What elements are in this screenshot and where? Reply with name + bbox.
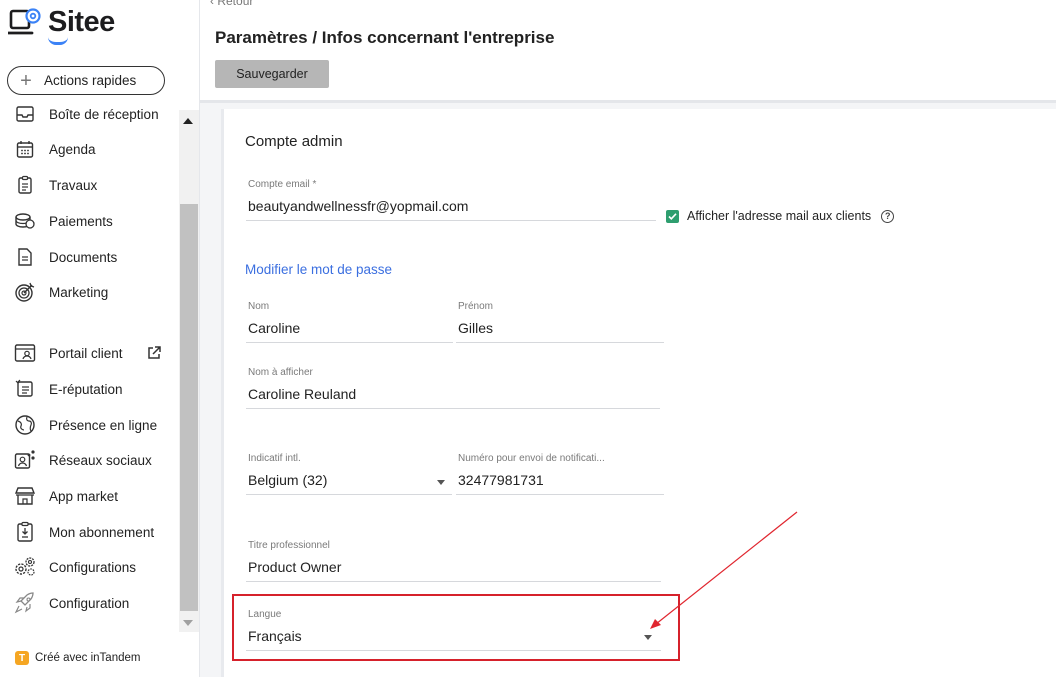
show-email-label: Afficher l'adresse mail aux clients <box>687 209 872 223</box>
sidebar-item-label: Configurations <box>49 559 137 575</box>
gears-icon <box>12 554 38 580</box>
sidebar-item-documents[interactable]: Documents <box>0 241 178 273</box>
logo-smile-mark <box>48 37 68 45</box>
sidebar-item-label: Portail client <box>49 345 123 361</box>
quick-actions-button[interactable]: + Actions rapides <box>7 66 165 95</box>
last-name-label: Nom <box>248 301 270 312</box>
first-name-value: Gilles <box>458 320 494 336</box>
target-icon <box>12 279 38 305</box>
help-icon[interactable]: ? <box>881 209 895 223</box>
inbox-icon <box>12 104 38 127</box>
sidebar-item-app-market[interactable]: App market <box>0 480 178 512</box>
social-share-icon <box>12 447 38 473</box>
section-title: Compte admin <box>245 133 343 150</box>
sidebar-item-paiements[interactable]: Paiements <box>0 205 178 237</box>
sidebar-item-e-reputation[interactable]: E-réputation <box>0 373 178 405</box>
made-with-label: Créé avec inTandem <box>35 652 141 664</box>
brand-logo[interactable]: Sitee <box>8 6 115 45</box>
email-field[interactable]: Compte email * beautyandwellnessfr@yopma… <box>246 179 656 221</box>
sidebar-item-portail-client[interactable]: Portail client <box>0 337 178 369</box>
sidebar-item-label: Agenda <box>49 141 96 157</box>
last-name-field[interactable]: Nom Caroline <box>246 301 453 343</box>
document-icon <box>12 244 38 270</box>
sidebar-item-label: Marketing <box>49 284 109 300</box>
scroll-up-arrow-icon[interactable] <box>183 118 193 124</box>
subscription-icon <box>12 519 38 545</box>
calendar-icon <box>12 136 38 162</box>
sidebar-scrollbar[interactable] <box>179 110 199 632</box>
sidebar-item-label: Réseaux sociaux <box>49 452 152 468</box>
first-name-field[interactable]: Prénom Gilles <box>456 301 664 343</box>
company-settings-form: Compte admin Compte email * beautyandwel… <box>221 109 1056 677</box>
external-link-icon[interactable] <box>147 346 161 360</box>
job-title-label: Titre professionnel <box>248 540 330 551</box>
sidebar-item-label: Présence en ligne <box>49 417 158 433</box>
phone-field[interactable]: Numéro pour envoi de notificati... 32477… <box>456 453 664 495</box>
intandem-logo-icon: T <box>15 651 29 665</box>
sidebar-item-presence-en-ligne[interactable]: Présence en ligne <box>0 409 178 441</box>
scrollbar-thumb[interactable] <box>180 204 198 611</box>
brand-name: Sitee <box>48 6 115 38</box>
dropdown-arrow-icon <box>437 480 445 485</box>
sidebar-item-label: Travaux <box>49 177 98 193</box>
dial-code-select[interactable]: Indicatif intl. Belgium (32) <box>246 453 452 495</box>
sidebar-item-configuration[interactable]: Configuration <box>0 587 178 619</box>
rocket-icon <box>12 590 38 616</box>
sidebar-item-label: E-réputation <box>49 381 123 397</box>
change-password-link[interactable]: Modifier le mot de passe <box>245 262 392 277</box>
display-name-label: Nom à afficher <box>248 367 313 378</box>
sidebar-item-travaux[interactable]: Travaux <box>0 169 178 201</box>
back-link[interactable]: ‹ Retour <box>210 0 253 8</box>
page-title: Paramètres / Infos concernant l'entrepri… <box>215 28 555 47</box>
page-header: ‹ Retour Paramètres / Infos concernant l… <box>200 0 1056 103</box>
sidebar-item-agenda[interactable]: Agenda <box>0 133 178 165</box>
show-email-option[interactable]: Afficher l'adresse mail aux clients ? <box>666 209 895 223</box>
review-list-icon <box>12 376 38 402</box>
display-name-field[interactable]: Nom à afficher Caroline Reuland <box>246 367 660 409</box>
save-button[interactable]: Sauvegarder <box>215 60 329 88</box>
sidebar-item-label: Documents <box>49 249 118 265</box>
sidebar-item-label: Paiements <box>49 213 113 229</box>
sidebar-item-configurations[interactable]: Configurations <box>0 551 178 583</box>
back-label: Retour <box>217 0 254 8</box>
globe-icon <box>12 412 38 438</box>
sidebar-item-label: Mon abonnement <box>49 524 155 540</box>
checkmark-icon <box>668 212 677 220</box>
dial-code-value: Belgium (32) <box>248 472 328 488</box>
sidebar-item-label: Boîte de réception <box>49 106 159 122</box>
quick-actions-label: Actions rapides <box>44 73 137 88</box>
dial-code-label: Indicatif intl. <box>248 453 301 464</box>
sitee-logo-icon <box>8 7 41 34</box>
display-name-value: Caroline Reuland <box>248 386 357 402</box>
browser-user-icon <box>12 340 38 366</box>
sidebar-item-label: Configuration <box>49 595 130 611</box>
phone-label: Numéro pour envoi de notificati... <box>458 453 605 464</box>
annotation-highlight-box <box>232 594 680 661</box>
phone-value: 32477981731 <box>458 472 544 488</box>
clipboard-list-icon <box>12 172 38 198</box>
coins-icon <box>12 208 38 234</box>
sidebar-item-marketing[interactable]: Marketing <box>0 276 178 308</box>
sidebar-item-mon-abonnement[interactable]: Mon abonnement <box>0 516 178 548</box>
email-field-value: beautyandwellnessfr@yopmail.com <box>248 198 469 214</box>
last-name-value: Caroline <box>248 320 301 336</box>
job-title-value: Product Owner <box>248 559 342 575</box>
sidebar: Sitee + Actions rapides Boîte de récepti… <box>0 0 200 677</box>
email-field-label: Compte email * <box>248 179 317 190</box>
first-name-label: Prénom <box>458 301 494 312</box>
plus-icon: + <box>20 69 32 92</box>
job-title-field[interactable]: Titre professionnel Product Owner <box>246 540 661 582</box>
scroll-down-arrow-icon[interactable] <box>183 620 193 626</box>
sidebar-item-label: App market <box>49 488 119 504</box>
made-with-intandem[interactable]: T Créé avec inTandem <box>15 651 140 665</box>
sidebar-item-reseaux-sociaux[interactable]: Réseaux sociaux <box>0 444 178 476</box>
store-icon <box>12 483 38 509</box>
show-email-checkbox[interactable] <box>666 209 679 223</box>
sidebar-item-inbox[interactable]: Boîte de réception <box>0 104 178 130</box>
sidebar-menu: Boîte de réception Agenda Travaux Paieme… <box>0 104 178 632</box>
